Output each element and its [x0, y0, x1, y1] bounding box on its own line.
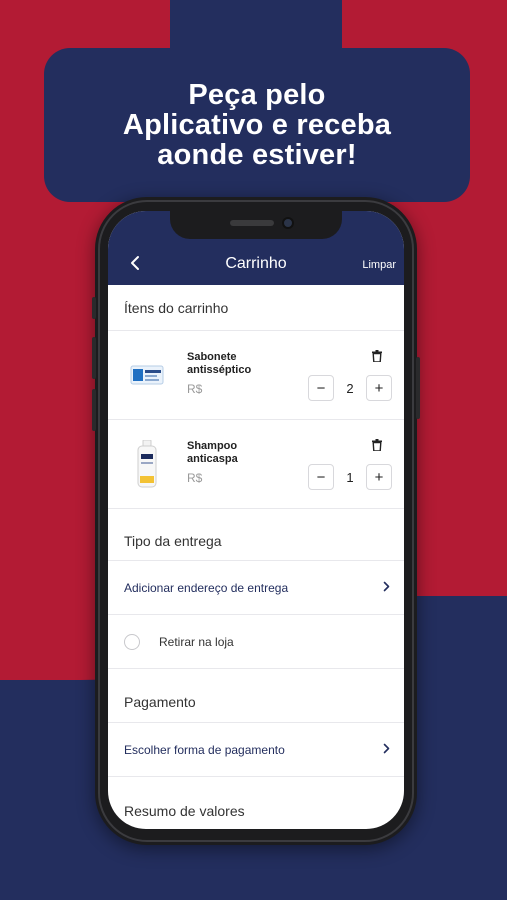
- quantity-stepper: − 1 +: [308, 464, 392, 490]
- volume-up-button: [92, 337, 96, 379]
- chevron-right-icon: [383, 580, 390, 595]
- phone-notch: [170, 211, 342, 239]
- add-address-row[interactable]: Adicionar endereço de entrega: [108, 561, 404, 615]
- trash-icon: [372, 439, 382, 452]
- add-address-label: Adicionar endereço de entrega: [124, 580, 289, 595]
- power-button: [416, 357, 420, 419]
- increase-quantity-button[interactable]: +: [366, 375, 392, 401]
- payment-title: Pagamento: [108, 669, 404, 723]
- quantity-stepper: − 2 +: [308, 375, 392, 401]
- decrease-quantity-button[interactable]: −: [308, 375, 334, 401]
- volume-down-button: [92, 389, 96, 431]
- cart-item: Shampoo anticaspa R$ − 1 +: [108, 420, 404, 509]
- phone-screen: Carrinho Limpar Ítens do carrinho Sabone…: [108, 211, 404, 829]
- cart-item: Sabonete antisséptico R$ − 2 +: [108, 331, 404, 420]
- remove-item-button[interactable]: [372, 349, 382, 363]
- choose-payment-label: Escolher forma de pagamento: [124, 742, 285, 757]
- page-title: Carrinho: [225, 255, 287, 272]
- remove-item-button[interactable]: [372, 438, 382, 452]
- banner-line-3: aonde estiver!: [157, 139, 357, 171]
- cart-content: Ítens do carrinho Sabonete antisséptico …: [108, 285, 404, 829]
- cart-items-title: Ítens do carrinho: [108, 285, 404, 331]
- product-price: R$: [187, 471, 203, 485]
- front-camera: [282, 217, 294, 229]
- choose-payment-row[interactable]: Escolher forma de pagamento: [108, 723, 404, 777]
- product-name: Shampoo anticaspa: [187, 440, 238, 465]
- promo-banner: Peça pelo Aplicativo e receba aonde esti…: [44, 48, 470, 202]
- pickup-radio[interactable]: [124, 633, 140, 650]
- delivery-type-title: Tipo da entrega: [108, 509, 404, 561]
- speaker-grille: [230, 220, 274, 226]
- product-image-shampoo: [128, 440, 166, 488]
- mute-switch: [92, 297, 96, 319]
- clear-cart-button[interactable]: Limpar: [362, 259, 396, 271]
- trash-icon: [372, 350, 382, 363]
- banner-line-1: Peça pelo: [188, 79, 326, 111]
- product-name: Sabonete antisséptico: [187, 351, 252, 376]
- decrease-quantity-button[interactable]: −: [308, 464, 334, 490]
- chevron-right-icon: [383, 742, 390, 757]
- quantity-value: 1: [346, 469, 354, 485]
- phone-mockup: Carrinho Limpar Ítens do carrinho Sabone…: [92, 197, 420, 845]
- increase-quantity-button[interactable]: +: [366, 464, 392, 490]
- summary-title: Resumo de valores: [124, 803, 245, 819]
- pickup-in-store-row[interactable]: Retirar na loja: [108, 615, 404, 669]
- quantity-value: 2: [346, 380, 354, 396]
- product-price: R$: [187, 382, 203, 396]
- product-image-soap: [128, 351, 166, 399]
- pickup-label: Retirar na loja: [159, 634, 234, 649]
- banner-line-2: Aplicativo e receba: [122, 109, 392, 141]
